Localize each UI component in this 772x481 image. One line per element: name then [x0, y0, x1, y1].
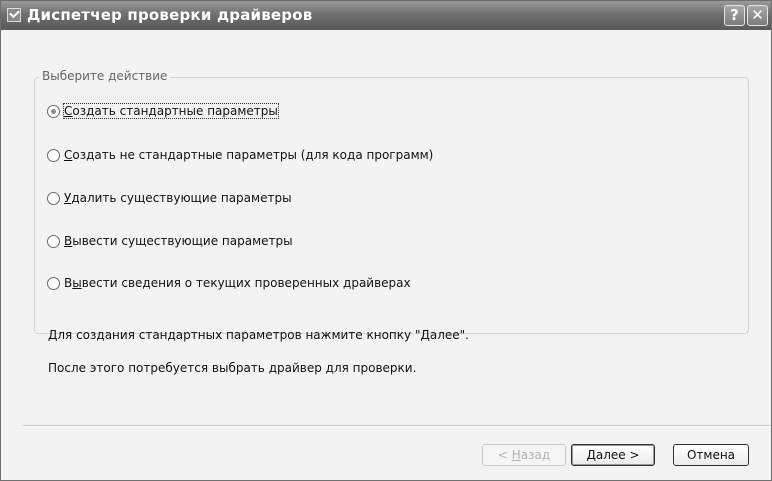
dialog-body: Выберите действие Создать стандартные па…	[1, 30, 771, 480]
cancel-button[interactable]: Отмена	[673, 444, 749, 466]
option-label[interactable]: Вывести сведения о текущих проверенных д…	[64, 276, 411, 290]
window-title: Диспетчер проверки драйверов	[27, 6, 313, 24]
radio-button[interactable]	[47, 277, 60, 290]
option-label[interactable]: Создать не стандартные параметры (для ко…	[64, 148, 433, 162]
radio-button-checked[interactable]	[47, 105, 60, 118]
info-text-line2: После этого потребуется выбрать драйвер …	[48, 361, 417, 375]
title-bar[interactable]: Диспетчер проверки драйверов ? ✕	[1, 1, 771, 30]
close-button[interactable]: ✕	[747, 5, 768, 26]
back-button[interactable]: < Назад	[482, 444, 566, 466]
driver-verifier-dialog: Диспетчер проверки драйверов ? ✕ Выберит…	[0, 0, 772, 481]
option-label[interactable]: Создать стандартные параметры	[63, 103, 279, 119]
radio-button[interactable]	[47, 149, 60, 162]
info-text-line1: Для создания стандартных параметров нажм…	[48, 328, 469, 342]
button-separator	[23, 425, 771, 427]
next-button[interactable]: Далее >	[571, 444, 655, 466]
checkbox-icon	[7, 8, 21, 22]
groupbox-legend: Выберите действие	[39, 69, 171, 83]
option-label[interactable]: Удалить существующие параметры	[64, 191, 292, 205]
radio-button[interactable]	[47, 235, 60, 248]
radio-button[interactable]	[47, 192, 60, 205]
option-label[interactable]: Вывести существующие параметры	[64, 234, 293, 248]
help-button[interactable]: ?	[724, 5, 745, 26]
